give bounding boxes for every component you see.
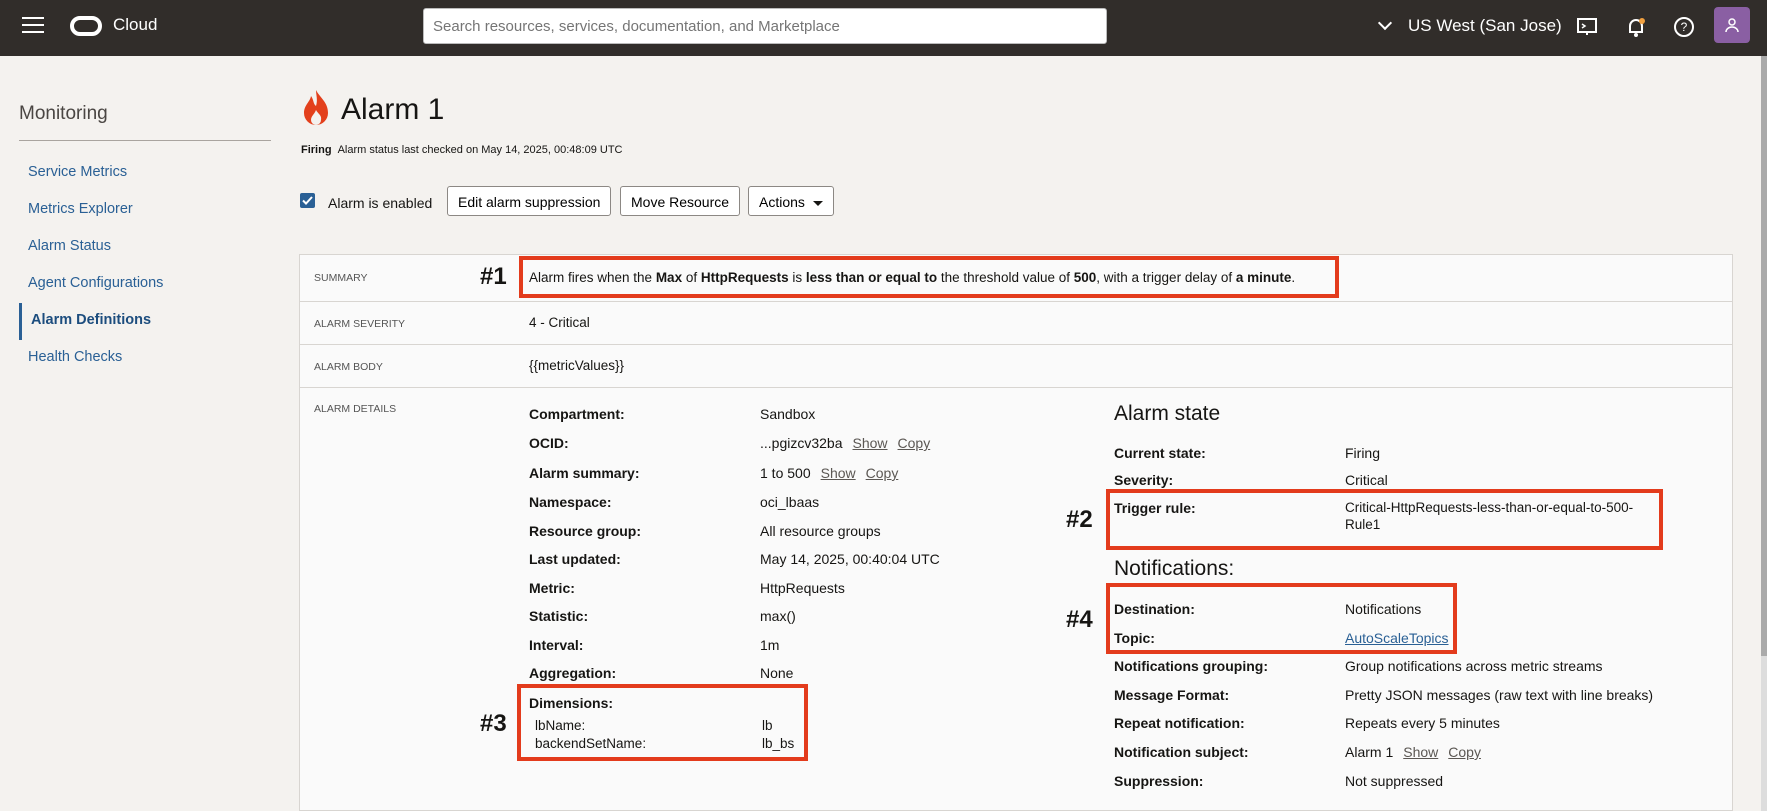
repeat-key: Repeat notification: — [1114, 715, 1245, 731]
suppression-value: Not suppressed — [1345, 773, 1444, 789]
last-updated-key: Last updated: — [529, 551, 621, 567]
subject-copy-link[interactable]: Copy — [1448, 744, 1481, 760]
highlight-box-2 — [1106, 489, 1663, 550]
ocid-value: ...pgizcv32ba Show Copy — [760, 435, 931, 451]
resource-group-value: All resource groups — [760, 523, 881, 539]
details-label: ALARM DETAILS — [314, 403, 397, 415]
bell-icon[interactable] — [1625, 16, 1647, 38]
alarm-summary-value: 1 to 500 Show Copy — [760, 465, 899, 481]
compartment-key: Compartment: — [529, 406, 625, 422]
suppression-key: Suppression: — [1114, 773, 1204, 789]
page-title: Alarm 1 — [341, 93, 445, 126]
severity-label: ALARM SEVERITY — [314, 318, 406, 330]
sidebar-title: Monitoring — [19, 103, 108, 124]
actions-label: Actions — [759, 194, 805, 210]
sidebar-item-alarm-definitions[interactable]: Alarm Definitions — [19, 303, 271, 340]
aggregation-key: Aggregation: — [529, 665, 617, 681]
status-text: Alarm status last checked on May 14, 202… — [337, 144, 623, 156]
subject-value: Alarm 1 Show Copy — [1345, 744, 1481, 760]
ocid-show-link[interactable]: Show — [853, 435, 888, 451]
namespace-key: Namespace: — [529, 494, 612, 510]
edit-alarm-suppression-button[interactable]: Edit alarm suppression — [447, 186, 612, 216]
repeat-value: Repeats every 5 minutes — [1345, 715, 1500, 731]
last-updated-value: May 14, 2025, 00:40:04 UTC — [760, 551, 940, 567]
severity-value: 4 - Critical — [529, 315, 590, 330]
summary-show-link[interactable]: Show — [821, 465, 856, 481]
status-badge: Firing — [301, 144, 332, 156]
actions-menu-button[interactable]: Actions — [748, 186, 834, 216]
body-row: ALARM BODY {{metricValues}} — [300, 345, 1732, 388]
avatar[interactable] — [1714, 7, 1750, 43]
sidebar-item-service-metrics[interactable]: Service Metrics — [19, 155, 271, 192]
alarm-enabled-checkbox[interactable] — [300, 193, 315, 208]
alarm-state-title: Alarm state — [1114, 402, 1221, 425]
brand-name[interactable]: Cloud — [113, 15, 157, 35]
cloud-shell-icon[interactable] — [1576, 16, 1598, 38]
summary-copy-link[interactable]: Copy — [866, 465, 899, 481]
alarm-enabled-label: Alarm is enabled — [328, 195, 433, 211]
severity-key: Severity: — [1114, 472, 1174, 488]
ocid-copy-link[interactable]: Copy — [898, 435, 931, 451]
highlight-box-4 — [1106, 583, 1457, 654]
metric-key: Metric: — [529, 580, 575, 596]
interval-value: 1m — [760, 637, 780, 653]
metric-value: HttpRequests — [760, 580, 845, 596]
notifications-title: Notifications: — [1114, 557, 1235, 580]
annotation-label-3: #3 — [480, 710, 507, 737]
severity-state-value: Critical — [1345, 472, 1388, 488]
scrollbar[interactable] — [1761, 56, 1767, 811]
subject-show-link[interactable]: Show — [1403, 744, 1438, 760]
sidebar-nav: Service Metrics Metrics Explorer Alarm S… — [19, 155, 271, 377]
caret-down-icon — [812, 200, 823, 206]
details-row: ALARM DETAILS Compartment: Sandbox OCID:… — [300, 388, 1732, 811]
ocid-key: OCID: — [529, 435, 569, 451]
message-format-key: Message Format: — [1114, 687, 1230, 703]
svg-text:?: ? — [1681, 20, 1688, 34]
grouping-value: Group notifications across metric stream… — [1345, 658, 1603, 674]
message-format-value: Pretty JSON messages (raw text with line… — [1345, 687, 1654, 703]
sidebar-item-health-checks[interactable]: Health Checks — [19, 340, 271, 377]
highlight-box-3 — [517, 684, 808, 761]
current-state-value: Firing — [1345, 445, 1381, 461]
grouping-key: Notifications grouping: — [1114, 658, 1268, 674]
search-input[interactable] — [423, 8, 1107, 44]
move-resource-button[interactable]: Move Resource — [620, 186, 741, 216]
region-selector[interactable]: US West (San Jose) — [1408, 16, 1562, 36]
sidebar-item-alarm-status[interactable]: Alarm Status — [19, 229, 271, 266]
annotation-label-1: #1 — [480, 263, 507, 290]
user-icon — [1725, 18, 1739, 33]
check-icon — [302, 196, 313, 205]
namespace-value: oci_lbaas — [760, 494, 820, 510]
statistic-key: Statistic: — [529, 608, 589, 624]
fire-icon — [304, 90, 328, 125]
menu-icon[interactable] — [22, 17, 44, 35]
cloud-logo[interactable] — [70, 16, 102, 36]
aggregation-value: None — [760, 665, 794, 681]
highlight-box-1 — [519, 256, 1339, 298]
compartment-value: Sandbox — [760, 406, 816, 422]
resource-group-key: Resource group: — [529, 523, 642, 539]
sidebar-item-metrics-explorer[interactable]: Metrics Explorer — [19, 192, 271, 229]
help-icon[interactable]: ? — [1673, 16, 1695, 38]
alarm-summary-key: Alarm summary: — [529, 465, 640, 481]
annotation-label-4: #4 — [1066, 606, 1093, 633]
statistic-value: max() — [760, 608, 796, 624]
summary-label: SUMMARY — [314, 272, 368, 284]
body-label: ALARM BODY — [314, 361, 383, 373]
interval-key: Interval: — [529, 637, 584, 653]
body-value: {{metricValues}} — [529, 358, 625, 373]
annotation-label-2: #2 — [1066, 506, 1093, 533]
alarm-status: Firing Alarm status last checked on May 1… — [301, 144, 623, 156]
subject-key: Notification subject: — [1114, 744, 1249, 760]
severity-row: ALARM SEVERITY 4 - Critical — [300, 302, 1732, 345]
current-state-key: Current state: — [1114, 445, 1206, 461]
top-navigation-bar: Cloud US West (San Jose) ? — [0, 0, 1767, 56]
divider — [19, 140, 271, 141]
sidebar-item-agent-configurations[interactable]: Agent Configurations — [19, 266, 271, 303]
chevron-down-icon[interactable] — [1377, 15, 1393, 31]
